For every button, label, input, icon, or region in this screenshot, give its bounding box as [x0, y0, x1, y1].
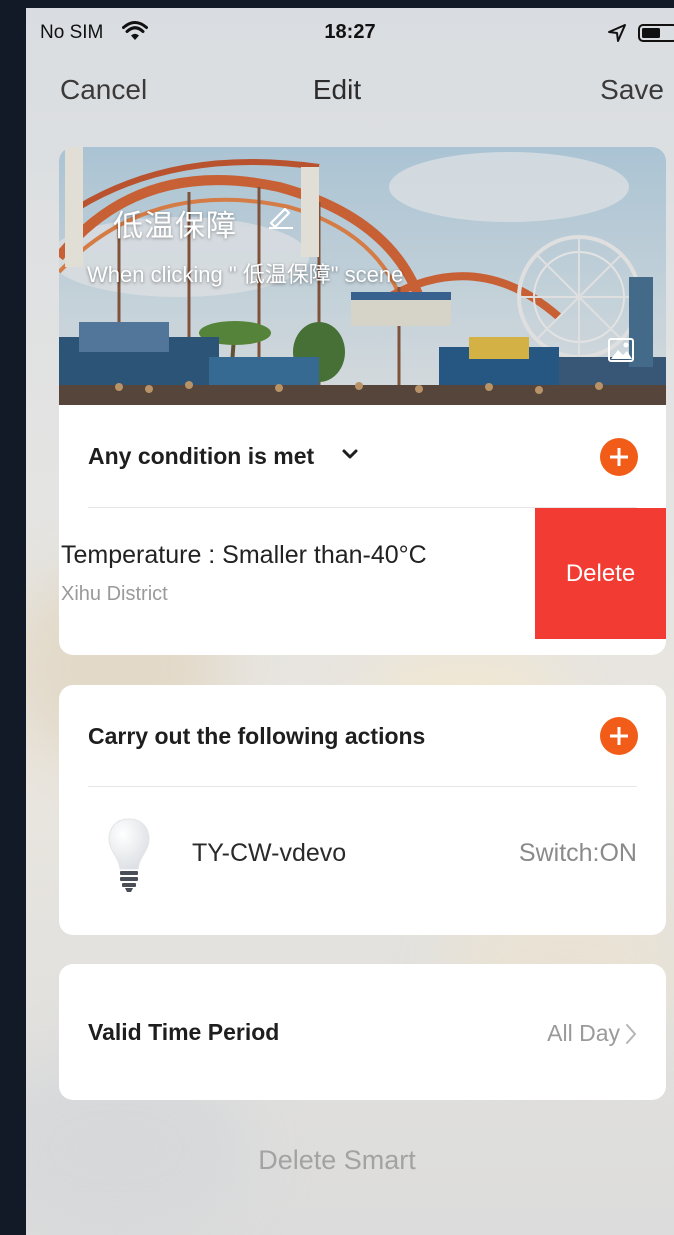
phone-screen: No SIM 18:27 Cancel Edit Save 低温保障 When … [26, 8, 674, 1235]
location-arrow-icon [608, 24, 626, 42]
clock: 18:27 [324, 21, 376, 43]
device-name: TY-CW-vdevo [192, 839, 347, 867]
delete-smart-button[interactable]: Delete Smart [26, 1145, 674, 1176]
delete-condition-button[interactable]: Delete [535, 508, 666, 639]
edit-pencil-icon[interactable] [265, 201, 295, 229]
valid-time-label: Valid Time Period [88, 1019, 280, 1045]
status-bar: No SIM 18:27 [26, 8, 674, 56]
add-action-button[interactable] [600, 717, 638, 755]
valid-time-row[interactable]: Valid Time Period All Day [59, 964, 666, 1100]
page-title: Edit [312, 74, 362, 105]
add-condition-button[interactable] [600, 438, 638, 476]
condition-mode-label[interactable]: Any condition is met [88, 443, 314, 470]
actions-section-title: Carry out the following actions [88, 723, 426, 749]
save-button[interactable]: Save [600, 74, 664, 106]
battery-icon [638, 24, 674, 42]
scene-card: 低温保障 When clicking " 低温保障" scene Any con… [59, 147, 666, 655]
condition-label: Temperature : Smaller than-40°C [61, 541, 427, 569]
scene-description: When clicking " 低温保障" scene [87, 262, 404, 287]
valid-time-value: All Day [547, 1020, 620, 1046]
chevron-down-icon[interactable] [341, 445, 359, 463]
light-bulb-icon [108, 818, 150, 892]
condition-location: Xihu District [61, 583, 168, 605]
chevron-right-icon [626, 1024, 636, 1044]
scene-name[interactable]: 低温保障 [113, 201, 237, 245]
actions-card: Carry out the following actions TY-CW-vd… [59, 685, 666, 935]
scene-cover-image[interactable]: 低温保障 When clicking " 低温保障" scene [59, 147, 666, 405]
change-image-icon[interactable] [607, 337, 635, 363]
device-state: Switch:ON [518, 839, 637, 867]
divider [88, 786, 637, 787]
